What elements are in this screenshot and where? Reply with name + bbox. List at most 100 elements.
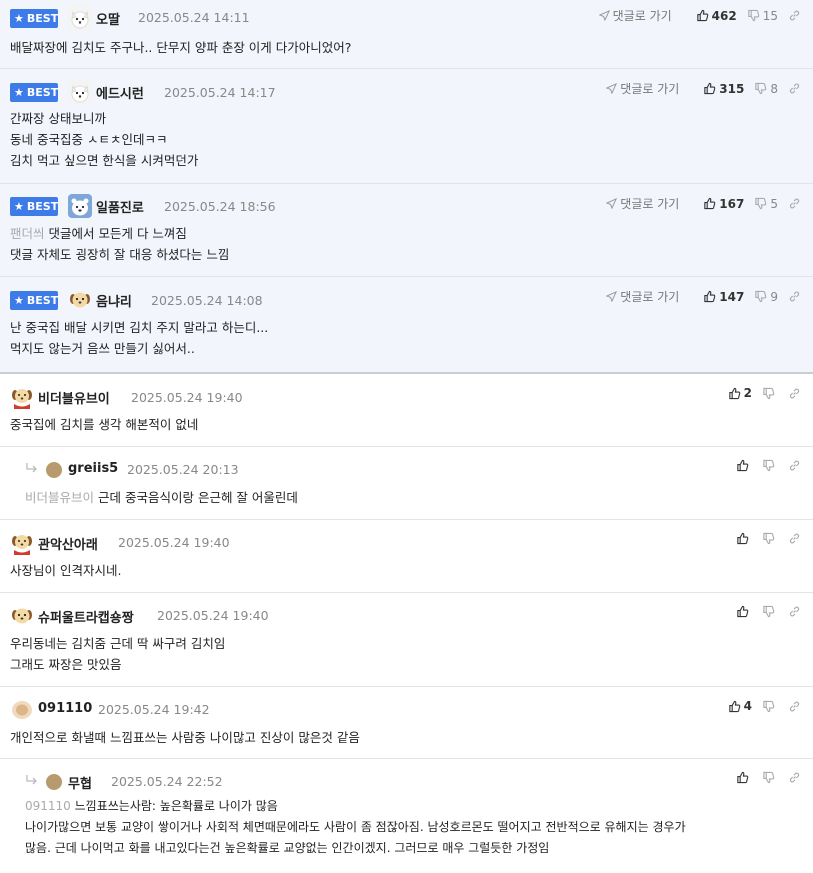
avatar[interactable] (68, 194, 92, 218)
nickname[interactable]: 091110 (38, 701, 92, 716)
thumbs-up-icon (704, 197, 716, 210)
goto-label: 댓글로 가기 (620, 197, 680, 211)
dislike-count: 5 (770, 196, 778, 211)
comment-body: 091110 느낌표쓰는사람: 높은확률로 나이가 많음 나이가많으면 보통 교… (0, 796, 813, 859)
best-badge-label: BEST (26, 86, 59, 99)
like-button[interactable] (736, 771, 752, 784)
nickname[interactable]: 비더블유브이 (38, 388, 110, 407)
goto-comment-button[interactable]: 댓글로 가기 (606, 195, 679, 212)
like-button[interactable]: 462 (696, 9, 737, 23)
mention-tag[interactable]: 팬더씌 (10, 226, 45, 241)
dislike-button[interactable]: 5 (754, 197, 778, 211)
like-button[interactable] (736, 532, 752, 545)
dislike-button[interactable] (762, 459, 778, 472)
comment-body: 중국집에 김치를 생각 해본적이 없네 (0, 414, 813, 435)
like-button[interactable]: 4 (728, 699, 752, 713)
nickname[interactable]: 일품진로 (96, 197, 144, 216)
like-button[interactable]: 315 (703, 82, 744, 96)
avatar[interactable] (46, 774, 62, 790)
comment-date: 2025.05.24 19:40 (131, 390, 243, 405)
star-icon: ★ (14, 86, 24, 99)
best-comment: ★ BEST 에드시런 2025.05.24 14:17 댓글로 가기 315 8… (0, 69, 813, 184)
like-button[interactable]: 167 (703, 197, 744, 211)
link-button[interactable] (788, 771, 801, 784)
avatar[interactable] (10, 698, 34, 722)
dislike-button[interactable] (762, 387, 778, 400)
avatar[interactable] (10, 531, 34, 555)
comment-body: 난 중국집 배달 시키면 김치 주지 말라고 하는디... 먹지도 않는거 음쓰… (0, 317, 813, 359)
comment-list: ★ BEST 오딸 2025.05.24 14:11 댓글로 가기 462 15 … (0, 0, 813, 873)
reply-arrow-icon (25, 462, 39, 477)
link-icon (789, 772, 800, 783)
link-button[interactable] (788, 387, 801, 400)
goto-comment-button[interactable]: 댓글로 가기 (598, 7, 672, 24)
best-badge-label: BEST (26, 12, 59, 25)
mention-tag[interactable]: 091110 (25, 799, 71, 813)
dislike-button[interactable] (762, 532, 778, 545)
link-icon (789, 460, 800, 471)
nickname[interactable]: 음냐리 (96, 291, 132, 310)
like-button[interactable]: 2 (728, 386, 752, 400)
link-button[interactable] (788, 700, 801, 713)
comment-body: 개인적으로 화낼때 느낌표쓰는 사람중 나이많고 진상이 많은것 같음 (0, 727, 813, 748)
dislike-button[interactable]: 15 (747, 9, 778, 23)
mention-tag[interactable]: 비더블유브이 (25, 490, 94, 505)
dislike-button[interactable] (762, 771, 778, 784)
thumbs-up-icon (704, 82, 716, 95)
nickname[interactable]: 에드시런 (96, 83, 144, 102)
comment-date: 2025.05.24 14:17 (164, 85, 276, 100)
nickname[interactable]: greiis5 (68, 461, 118, 476)
link-icon (789, 701, 800, 711)
link-button[interactable] (788, 290, 801, 303)
like-button[interactable]: 147 (703, 290, 744, 304)
link-button[interactable] (788, 605, 801, 618)
best-badge: ★ BEST (10, 9, 58, 28)
avatar[interactable] (10, 385, 34, 409)
comment: 091110 2025.05.24 19:42 4 개인적으로 화낼때 느낌표쓰… (0, 687, 813, 759)
nickname[interactable]: 오딸 (96, 9, 120, 28)
avatar[interactable] (46, 462, 62, 478)
goto-comment-button[interactable]: 댓글로 가기 (606, 80, 679, 97)
nickname[interactable]: 관악산아래 (38, 534, 98, 553)
goto-label: 댓글로 가기 (612, 9, 672, 23)
thumbs-down-icon (748, 9, 760, 22)
avatar[interactable] (68, 80, 92, 104)
dislike-button[interactable]: 8 (754, 82, 778, 96)
thumbs-up-icon (728, 700, 740, 712)
comment-line: 동네 중국집중 ㅅㅌㅊ인데ㅋㅋ (10, 132, 168, 147)
avatar[interactable] (68, 288, 92, 312)
comment-line: 사장님이 인격자시네. (10, 563, 122, 578)
thumbs-up-icon (737, 771, 749, 784)
dislike-button[interactable] (762, 700, 778, 713)
like-button[interactable] (736, 605, 752, 618)
link-button[interactable] (788, 459, 801, 472)
comment-line: 근데 중국음식이랑 은근헤 잘 어울린데 (98, 490, 298, 505)
dislike-count: 9 (770, 289, 778, 304)
comment-date: 2025.05.24 14:11 (138, 10, 250, 25)
link-icon (789, 83, 800, 94)
nickname[interactable]: 무협 (68, 773, 92, 792)
star-icon: ★ (14, 12, 24, 25)
avatar[interactable] (68, 6, 92, 30)
link-icon (789, 291, 800, 302)
comment: 슈퍼울트라캡숑짱 2025.05.24 19:40 우리동네는 김치줌 근데 딱… (0, 593, 813, 687)
comment-line: 개인적으로 화낼때 느낌표쓰는 사람중 나이많고 진상이 많은것 같음 (10, 730, 360, 745)
avatar[interactable] (10, 604, 34, 628)
best-badge: ★ BEST (10, 83, 58, 102)
like-count: 167 (719, 196, 745, 211)
link-button[interactable] (788, 197, 801, 210)
comment-date: 2025.05.24 20:13 (127, 462, 239, 477)
link-button[interactable] (788, 532, 801, 545)
comment-line: 댓글 자체도 굉장히 잘 대응 하셨다는 느낌 (10, 247, 230, 262)
nickname[interactable]: 슈퍼울트라캡숑짱 (38, 607, 134, 626)
like-count: 315 (719, 81, 745, 96)
star-icon: ★ (14, 200, 24, 213)
link-button[interactable] (788, 82, 801, 95)
link-icon (789, 606, 800, 617)
dislike-button[interactable]: 9 (754, 290, 778, 304)
like-button[interactable] (736, 459, 752, 472)
dislike-button[interactable] (762, 605, 778, 618)
goto-comment-button[interactable]: 댓글로 가기 (606, 288, 679, 305)
link-button[interactable] (788, 9, 801, 22)
send-icon (606, 291, 618, 302)
